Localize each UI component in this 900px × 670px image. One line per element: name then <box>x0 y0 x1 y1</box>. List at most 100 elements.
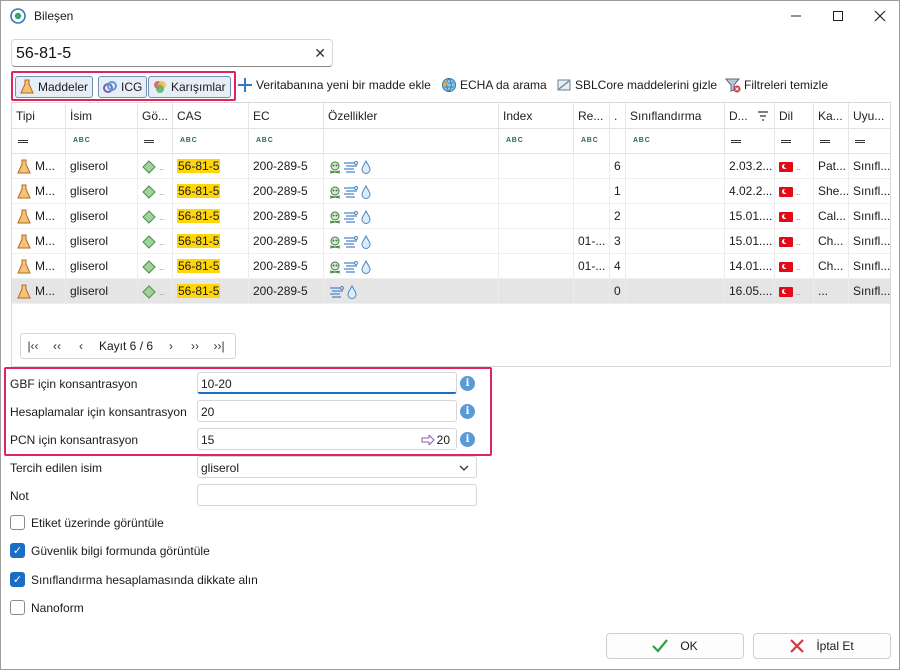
gbf-concentration-input[interactable]: 10-20 <box>197 372 457 394</box>
pcn-suggested-value[interactable]: 20 <box>421 433 450 447</box>
checkmark-icon <box>652 639 669 653</box>
first-page-button[interactable]: |‹‹ <box>21 339 45 353</box>
column-header-ozellikler[interactable]: Özellikler <box>324 103 499 129</box>
cas-highlight: 56-81-5 <box>177 209 221 223</box>
cell-cas: 56-81-5 <box>173 154 249 179</box>
column-header-dot[interactable]: . <box>610 103 626 129</box>
cell-type-text: M... <box>35 159 55 173</box>
checkbox-checked-icon[interactable]: ✓ <box>10 572 25 587</box>
cell-props <box>324 154 499 179</box>
hide-sblcore-button[interactable]: SBLCore maddelerini gizle <box>556 77 717 93</box>
preferred-name-select[interactable]: gliserol <box>197 456 477 478</box>
checkbox-label: Etiket üzerinde görüntüle <box>31 515 164 530</box>
filter-cell-index[interactable]: A B C <box>499 129 574 154</box>
filter-cell-ozellikler[interactable] <box>324 129 499 154</box>
cell-uyu: Sınıfl... <box>853 209 890 223</box>
toggle-karisimlar[interactable]: Karışımlar <box>148 76 231 98</box>
cancel-button[interactable]: İptal Et <box>753 633 891 659</box>
turkish-flag-icon <box>779 286 793 297</box>
filter-cell-cas[interactable]: A B C <box>173 129 249 154</box>
column-header-date[interactable]: D... <box>725 103 775 129</box>
table-row[interactable]: M... gliserol.. 56-81-5 200-289-5 6 2.03.2...… <box>12 154 890 179</box>
filter-cell-dil[interactable] <box>775 129 814 154</box>
echa-search-button[interactable]: ECHA da arama <box>441 77 547 93</box>
equals-filter-icon <box>855 140 865 143</box>
column-header-re[interactable]: Re... <box>574 103 610 129</box>
column-header-ec[interactable]: EC <box>249 103 324 129</box>
filter-cell-date[interactable] <box>725 129 775 154</box>
cell-ec: 200-289-5 <box>249 204 324 229</box>
filter-cell-ka[interactable] <box>814 129 849 154</box>
preferred-name-value: gliserol <box>201 461 240 475</box>
checkbox-empty-icon[interactable] <box>10 600 25 615</box>
calc-concentration-input[interactable]: 20 <box>197 400 457 422</box>
cell-props <box>324 254 499 279</box>
filter-cell-go[interactable] <box>138 129 173 154</box>
column-header-uyu[interactable]: Uyu... <box>849 103 890 129</box>
flask-icon <box>17 184 31 199</box>
column-header-go[interactable]: Gö... <box>138 103 173 129</box>
table-row[interactable]: M... gliserol.. 56-81-5 200-289-5 01-... 3 15.… <box>12 229 890 254</box>
checkbox-empty-icon[interactable] <box>10 515 25 530</box>
pcn-concentration-input[interactable]: 15 20 <box>197 428 457 450</box>
cell-ec: 200-289-5 <box>249 279 324 304</box>
dialog-window: Bileşen ✕ Maddeler ICG Karışı <box>0 0 900 670</box>
add-new-substance-button[interactable]: Veritabanına yeni bir madde ekle <box>237 77 431 93</box>
cell-dot: 4 <box>610 254 626 279</box>
checkbox-option[interactable]: ✓ Sınıflandırma hesaplamasında dikkate al… <box>10 572 258 587</box>
filter-cell-re[interactable]: A B C <box>574 129 610 154</box>
clear-filters-button[interactable]: Filtreleri temizle <box>725 77 828 93</box>
table-row[interactable]: M... gliserol.. 56-81-5 200-289-5 0 16.05....… <box>12 279 890 304</box>
pager-text: Kayıt 6 / 6 <box>99 339 154 353</box>
toggle-maddeler[interactable]: Maddeler <box>15 76 94 98</box>
last-page-button[interactable]: ››| <box>207 339 231 353</box>
next-page-button[interactable]: › <box>159 339 183 353</box>
calc-info-icon[interactable]: i <box>460 404 475 419</box>
note-input[interactable] <box>197 484 477 506</box>
table-row[interactable]: M... gliserol.. 56-81-5 200-289-5 2 15.01....… <box>12 204 890 229</box>
checkbox-option[interactable]: Etiket üzerinde görüntüle <box>10 515 164 530</box>
ok-button[interactable]: OK <box>606 633 744 659</box>
filter-cell-dot[interactable] <box>610 129 626 154</box>
filter-cell-siniflandirma[interactable]: A B C <box>626 129 725 154</box>
diamond-icon <box>142 210 156 224</box>
filter-cell-isim[interactable]: A B C <box>66 129 138 154</box>
cell-go: .. <box>138 179 173 204</box>
filter-cell-tipi[interactable] <box>12 129 66 154</box>
cell-index <box>499 229 574 254</box>
minimize-button[interactable] <box>781 5 811 27</box>
toggle-maddeler-label: Maddeler <box>38 80 89 94</box>
column-header-isim[interactable]: İsim <box>66 103 138 129</box>
column-header-cas[interactable]: CAS <box>173 103 249 129</box>
table-row[interactable]: M... gliserol.. 56-81-5 200-289-5 01-... 4 14.… <box>12 254 890 279</box>
cas-highlight: 56-81-5 <box>177 159 221 173</box>
column-header-siniflandirma[interactable]: Sınıflandırma <box>626 103 725 129</box>
checkbox-checked-icon[interactable]: ✓ <box>10 543 25 558</box>
prev-page-fast-button[interactable]: ‹‹ <box>45 339 69 353</box>
filter-cell-ec[interactable]: A B C <box>249 129 324 154</box>
turkish-flag-icon <box>779 161 793 172</box>
clear-search-icon[interactable]: ✕ <box>314 45 326 62</box>
maximize-button[interactable] <box>823 5 853 27</box>
column-header-ka[interactable]: Ka... <box>814 103 849 129</box>
next-page-fast-button[interactable]: ›› <box>183 339 207 353</box>
water-drop-icon <box>361 234 371 249</box>
pcn-info-icon[interactable]: i <box>460 432 475 447</box>
search-input[interactable] <box>16 44 306 64</box>
toggle-icg[interactable]: ICG <box>98 76 148 98</box>
cell-uyu: Sınıfl... <box>853 184 890 198</box>
column-header-dil[interactable]: Dil <box>775 103 814 129</box>
filter-cell-uyu[interactable] <box>849 129 890 154</box>
search-box[interactable]: ✕ <box>11 39 333 67</box>
toxic-hazard-icon <box>329 186 341 199</box>
prev-page-button[interactable]: ‹ <box>69 339 93 353</box>
vapour-icon <box>344 185 358 198</box>
column-header-index[interactable]: Index <box>499 103 574 129</box>
column-header-tipi[interactable]: Tipi <box>12 103 66 129</box>
close-button[interactable] <box>865 5 895 27</box>
mixture-icon <box>154 81 166 93</box>
checkbox-option[interactable]: ✓ Güvenlik bilgi formunda görüntüle <box>10 543 210 558</box>
table-row[interactable]: M... gliserol.. 56-81-5 200-289-5 1 4.02.2...… <box>12 179 890 204</box>
checkbox-option[interactable]: Nanoform <box>10 600 84 615</box>
gbf-info-icon[interactable]: i <box>460 376 475 391</box>
